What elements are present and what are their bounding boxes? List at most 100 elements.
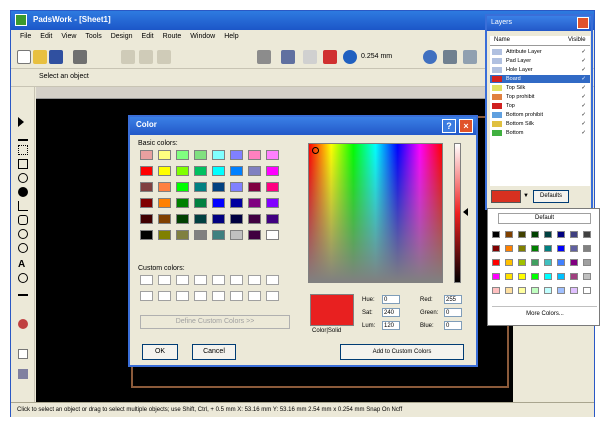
custom-color-swatch[interactable] — [230, 275, 243, 285]
basic-color-swatch[interactable] — [158, 198, 171, 208]
origin-icon[interactable] — [343, 50, 357, 64]
custom-color-swatch[interactable] — [266, 275, 279, 285]
basic-color-swatch[interactable] — [266, 230, 279, 240]
blue-field[interactable]: 0 — [444, 321, 462, 330]
defaults-button[interactable]: Defaults — [533, 190, 569, 203]
paste-icon[interactable] — [157, 50, 171, 64]
open-folder-icon[interactable] — [33, 50, 47, 64]
dropdown-color-swatch[interactable] — [518, 287, 526, 294]
basic-color-swatch[interactable] — [194, 198, 207, 208]
default-color-option[interactable]: Default — [498, 213, 591, 224]
custom-color-swatch[interactable] — [140, 291, 153, 301]
custom-color-swatch[interactable] — [266, 291, 279, 301]
dropdown-color-swatch[interactable] — [544, 259, 552, 266]
save-icon[interactable] — [49, 50, 63, 64]
red-field[interactable]: 255 — [444, 295, 462, 304]
wire-icon[interactable] — [18, 131, 28, 141]
basic-color-swatch[interactable] — [230, 150, 243, 160]
dropdown-color-swatch[interactable] — [505, 245, 513, 252]
basic-color-swatch[interactable] — [212, 166, 225, 176]
dropdown-color-swatch[interactable] — [518, 259, 526, 266]
basic-color-swatch[interactable] — [230, 230, 243, 240]
checkmark-icon[interactable] — [323, 50, 337, 64]
custom-color-swatch[interactable] — [194, 291, 207, 301]
dropdown-color-swatch[interactable] — [531, 273, 539, 280]
basic-color-swatch[interactable] — [230, 182, 243, 192]
circle-icon[interactable] — [18, 173, 28, 183]
layers-close-icon[interactable] — [577, 17, 589, 29]
image-icon[interactable] — [18, 349, 28, 359]
custom-color-swatch[interactable] — [176, 275, 189, 285]
visible-checkmark-icon[interactable]: ✓ — [581, 48, 586, 56]
custom-color-swatch[interactable] — [194, 275, 207, 285]
dropdown-color-swatch[interactable] — [531, 245, 539, 252]
more-colors-option[interactable]: More Colors... — [506, 311, 584, 317]
basic-color-swatch[interactable] — [176, 198, 189, 208]
dropdown-color-swatch[interactable] — [492, 259, 500, 266]
layer-row[interactable]: Bottom ✓ — [490, 129, 590, 137]
basic-color-swatch[interactable] — [266, 182, 279, 192]
rectangle-icon[interactable] — [18, 159, 28, 169]
green-field[interactable]: 0 — [444, 308, 462, 317]
dropdown-color-swatch[interactable] — [570, 273, 578, 280]
lum-field[interactable]: 120 — [382, 321, 400, 330]
cut-icon[interactable] — [121, 50, 135, 64]
layer-row[interactable]: Attribute Layer ✓ — [490, 48, 590, 56]
basic-color-swatch[interactable] — [176, 166, 189, 176]
basic-color-swatch[interactable] — [176, 182, 189, 192]
dropdown-color-swatch[interactable] — [531, 287, 539, 294]
basic-color-swatch[interactable] — [194, 150, 207, 160]
zoom-icon[interactable] — [423, 50, 437, 64]
basic-color-swatch[interactable] — [212, 182, 225, 192]
crosshair-icon[interactable] — [312, 147, 319, 154]
visible-checkmark-icon[interactable]: ✓ — [581, 75, 586, 83]
visible-checkmark-icon[interactable]: ✓ — [581, 129, 586, 137]
custom-color-swatch[interactable] — [248, 275, 261, 285]
basic-color-swatch[interactable] — [194, 230, 207, 240]
layer-color-button[interactable] — [491, 190, 521, 203]
dropdown-color-swatch[interactable] — [557, 287, 565, 294]
dropdown-color-swatch[interactable] — [544, 287, 552, 294]
basic-color-swatch[interactable] — [140, 150, 153, 160]
menu-item[interactable]: Design — [111, 33, 133, 40]
zoom-fit-icon[interactable] — [443, 50, 457, 64]
menu-item[interactable]: Edit — [40, 33, 52, 40]
basic-color-swatch[interactable] — [140, 198, 153, 208]
layer-row[interactable]: Top prohibit ✓ — [490, 93, 590, 101]
cancel-button[interactable]: Cancel — [192, 344, 236, 360]
visible-checkmark-icon[interactable]: ✓ — [581, 84, 586, 92]
basic-color-swatch[interactable] — [230, 214, 243, 224]
basic-color-swatch[interactable] — [140, 214, 153, 224]
hue-field[interactable]: 0 — [382, 295, 400, 304]
menu-item[interactable]: Route — [163, 33, 182, 40]
dropdown-color-swatch[interactable] — [531, 231, 539, 238]
dropdown-color-swatch[interactable] — [505, 287, 513, 294]
dropdown-color-swatch[interactable] — [544, 231, 552, 238]
basic-color-swatch[interactable] — [230, 198, 243, 208]
basic-color-swatch[interactable] — [176, 150, 189, 160]
menu-item[interactable]: View — [61, 33, 76, 40]
visible-checkmark-icon[interactable]: ✓ — [581, 57, 586, 65]
visible-checkmark-icon[interactable]: ✓ — [581, 93, 586, 101]
dropdown-color-swatch[interactable] — [544, 273, 552, 280]
dropdown-color-swatch[interactable] — [557, 231, 565, 238]
basic-color-swatch[interactable] — [248, 230, 261, 240]
custom-color-swatch[interactable] — [158, 275, 171, 285]
color-spectrum[interactable] — [308, 143, 443, 283]
basic-color-swatch[interactable] — [212, 214, 225, 224]
basic-color-swatch[interactable] — [176, 230, 189, 240]
dropdown-color-swatch[interactable] — [492, 273, 500, 280]
component-place-icon[interactable] — [18, 319, 28, 329]
chevron-down-icon[interactable]: ▼ — [523, 193, 529, 199]
basic-color-swatch[interactable] — [212, 150, 225, 160]
measure-icon[interactable] — [18, 273, 28, 283]
basic-color-swatch[interactable] — [266, 166, 279, 176]
layer-row[interactable]: Board ✓ — [490, 75, 590, 83]
pad-icon[interactable] — [18, 215, 28, 225]
ok-button[interactable]: OK — [142, 344, 178, 360]
basic-color-swatch[interactable] — [158, 150, 171, 160]
dropdown-color-swatch[interactable] — [492, 245, 500, 252]
layer-row[interactable]: Bottom prohibit ✓ — [490, 111, 590, 119]
layer-row[interactable]: Hole Layer ✓ — [490, 66, 590, 74]
dropdown-color-swatch[interactable] — [544, 245, 552, 252]
